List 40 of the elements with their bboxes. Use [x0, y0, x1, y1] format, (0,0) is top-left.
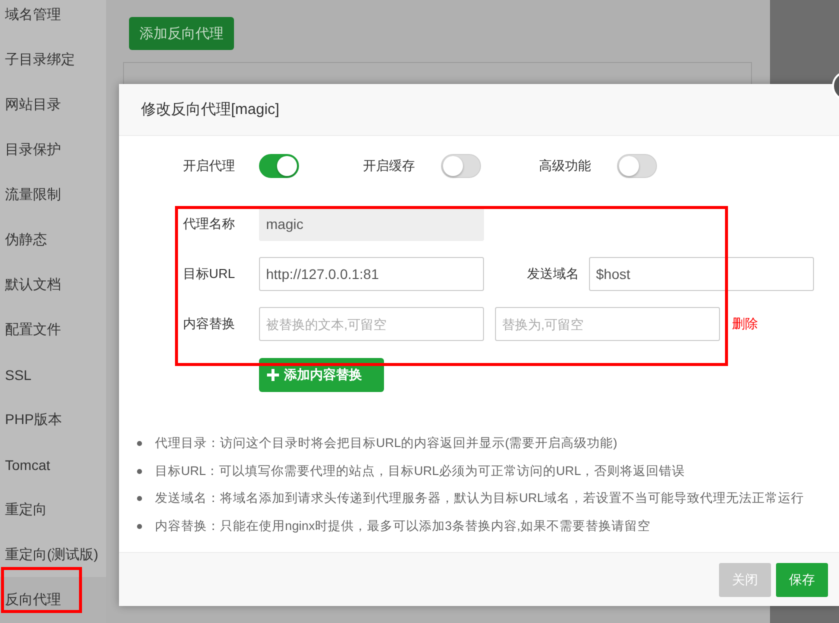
bullet-icon — [137, 468, 142, 474]
field-label: 代理名称 — [183, 215, 236, 233]
field-label: 内容替换 — [183, 315, 236, 333]
delete-link[interactable]: 删除 — [732, 315, 758, 333]
bullet-icon — [137, 441, 142, 446]
bullet-icon — [137, 524, 142, 529]
sidebar-item[interactable]: 网站目录 — [0, 82, 106, 127]
sidebar-item[interactable]: 反向代理 — [0, 577, 106, 622]
dialog-title: 修改反向代理[magic] — [141, 100, 280, 119]
toggle-switch[interactable] — [617, 154, 657, 178]
sidebar-item[interactable]: 伪静态 — [0, 217, 106, 262]
toggle-label: 开启代理 — [183, 157, 236, 175]
add-proxy-button[interactable]: 添加反向代理 — [129, 17, 234, 50]
sidebar-item[interactable]: 重定向 — [0, 487, 106, 532]
plus-icon — [267, 369, 279, 381]
note-text: 发送域名：将域名添加到请求头传递到代理服务器，默认为目标URL域名，若设置不当可能导致代理无法正常运行 — [155, 490, 804, 508]
sidebar-item[interactable]: 默认文档 — [0, 262, 106, 307]
sidebar-item[interactable]: 流量限制 — [0, 172, 106, 217]
sidebar-item[interactable]: 子目录绑定 — [0, 37, 106, 82]
toggle-switch[interactable] — [441, 154, 481, 178]
text-field[interactable]: 替换为,可留空 — [495, 307, 720, 341]
sidebar-item[interactable]: 目录保护 — [0, 127, 106, 172]
sidebar-item[interactable]: 配置文件 — [0, 307, 106, 352]
sidebar-item[interactable]: 域名管理 — [0, 0, 106, 37]
text-field[interactable]: 被替换的文本,可留空 — [259, 307, 484, 341]
text-field[interactable]: $host — [589, 257, 814, 291]
note-text: 内容替换：只能在使用nginx时提供，最多可以添加3条替换内容,如果不需要替换请留空 — [155, 518, 650, 535]
sidebar-item[interactable]: SSL — [0, 352, 106, 397]
text-field[interactable]: http://127.0.0.1:81 — [259, 257, 484, 291]
field-label: 目标URL — [183, 265, 236, 283]
toggle-label: 开启缓存 — [363, 157, 416, 175]
sidebar-item[interactable]: Tomcat — [0, 442, 106, 487]
toggle-label: 高级功能 — [539, 157, 592, 175]
sidebar-item[interactable]: 重定向(测试版) — [0, 532, 106, 577]
note-text: 代理目录：访问这个目录时将会把目标URL的内容返回并显示(需要开启高级功能) — [155, 435, 618, 452]
field-label: 发送域名 — [526, 265, 580, 283]
sidebar-item[interactable]: PHP版本 — [0, 397, 106, 442]
bullet-icon — [137, 496, 142, 502]
toggle-switch[interactable] — [259, 154, 299, 178]
note-text: 目标URL：可以填写你需要代理的站点，目标URL必须为可正常访问的URL，否则将返回错误 — [155, 462, 686, 480]
